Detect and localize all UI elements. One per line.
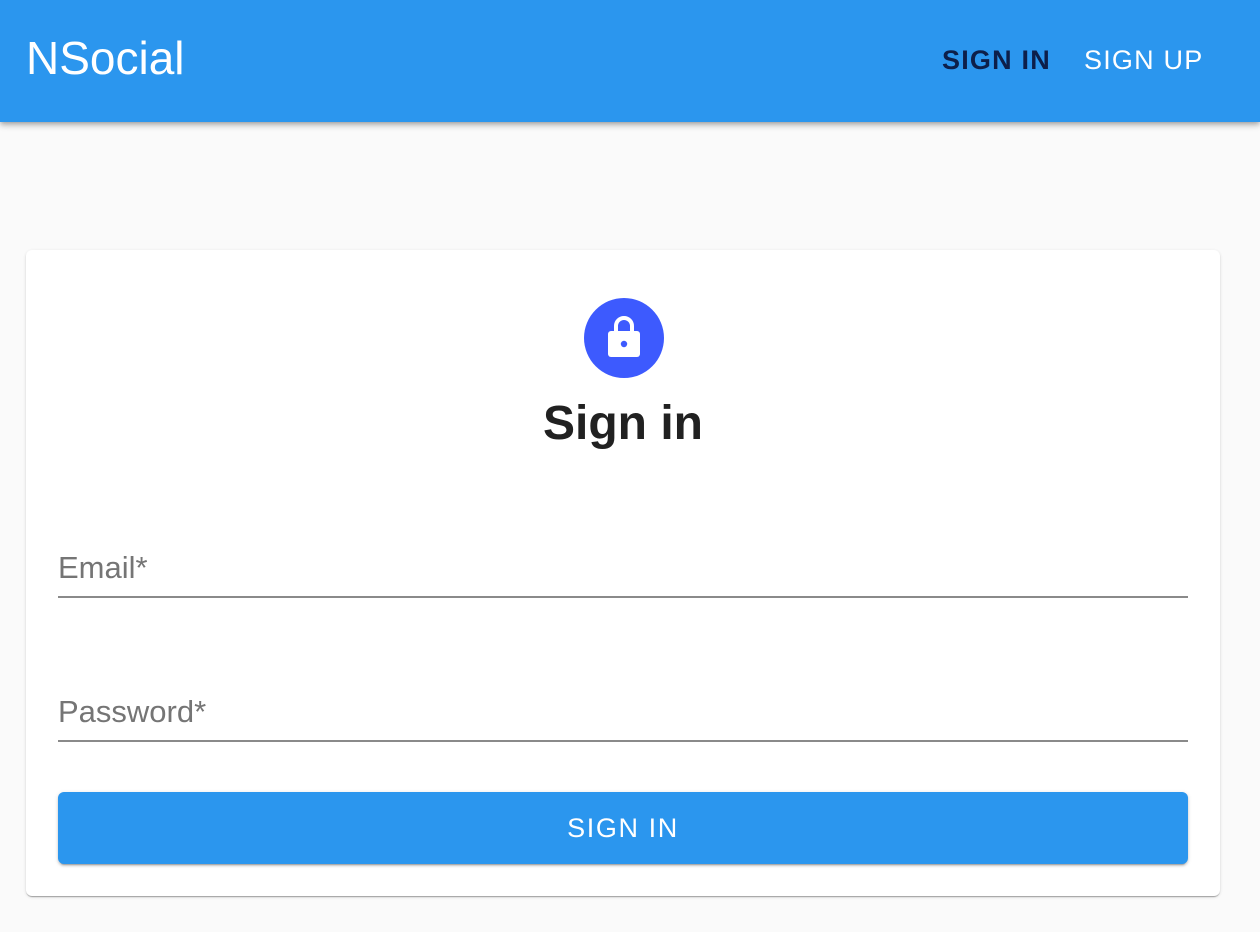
sign-in-submit-button[interactable]: SIGN IN (58, 792, 1188, 864)
app-bar: NSocial SIGN IN SIGN UP (0, 0, 1260, 122)
password-field: Password* (58, 682, 1188, 742)
email-field: Email* (58, 538, 1188, 598)
password-input[interactable] (58, 682, 1188, 740)
nav-sign-in-button[interactable]: SIGN IN (942, 40, 1051, 80)
lock-icon (607, 314, 641, 363)
lock-avatar (584, 298, 664, 378)
email-input[interactable] (58, 538, 1188, 596)
page-title: Sign in (543, 397, 703, 450)
nav-sign-up-button[interactable]: SIGN UP (1084, 40, 1203, 80)
sign-in-card: Sign in Email* Password* SIGN IN (26, 250, 1220, 896)
brand-logo-text[interactable]: NSocial (26, 30, 185, 86)
